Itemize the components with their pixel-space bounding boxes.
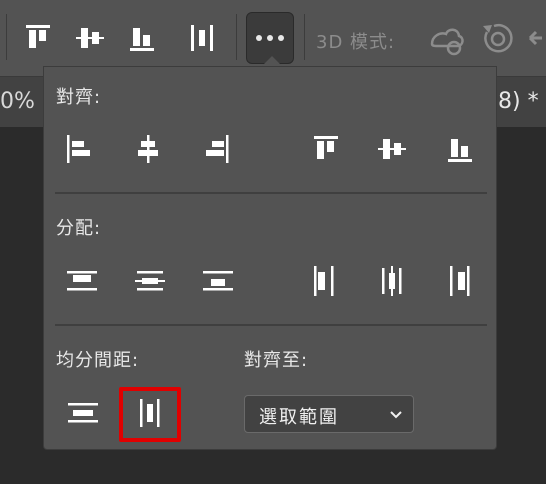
align-vertical-centers-button[interactable] (70, 14, 110, 62)
align-vertical-centers-icon (76, 28, 104, 48)
align-right-edges-button[interactable] (194, 127, 238, 171)
distribute-right-edges-button[interactable] (438, 259, 482, 303)
highlight-annotation (119, 387, 181, 442)
align-section-label: 對齊: (56, 87, 102, 108)
align-to-label: 對齊至: (244, 350, 309, 371)
roll-3d-icon[interactable] (478, 18, 518, 58)
align-horizontal-centers-icon (138, 135, 158, 163)
section-divider (55, 324, 487, 326)
toolbar-divider (236, 14, 237, 60)
distribute-bottom-edges-button[interactable] (196, 259, 240, 303)
toolbar-divider (304, 14, 305, 60)
pan-3d-icon[interactable] (528, 18, 546, 58)
distribute-vertical-spacing-button[interactable] (61, 391, 105, 435)
distribute-top-edges-button[interactable] (60, 259, 104, 303)
align-bottom-edges-button[interactable] (122, 14, 162, 62)
distribute-right-edges-icon (450, 266, 470, 296)
align-vertical-centers-icon (378, 139, 406, 159)
align-to-dropdown[interactable]: 選取範圍 (244, 395, 414, 433)
distribute-top-edges-icon (67, 271, 97, 291)
align-to-value: 選取範圍 (259, 407, 339, 428)
distribute-left-edges-icon (314, 266, 334, 296)
chevron-down-icon (390, 411, 402, 419)
distribute-vertical-centers-button[interactable] (128, 259, 172, 303)
toolbar-divider (6, 14, 7, 60)
align-horizontal-centers-button[interactable] (126, 127, 170, 171)
distribute-spacing-label: 均分間距: (56, 350, 140, 371)
panel-align-top-edges-button[interactable] (304, 127, 348, 171)
distribute-section-label: 分配: (56, 218, 102, 239)
distribute-horizontal-spacing-button[interactable] (182, 14, 222, 62)
distribute-vertical-spacing-icon (68, 403, 98, 423)
align-right-edges-icon (206, 135, 229, 163)
align-left-edges-icon (67, 135, 90, 163)
distribute-bottom-edges-icon (203, 271, 233, 291)
panel-caret (262, 56, 282, 66)
align-bottom-edges-icon (448, 139, 472, 162)
align-options-panel: 對齊: 分配: 均分間距: 對齊至: 選取範圍 (43, 66, 497, 450)
align-top-edges-icon (314, 136, 338, 159)
distribute-horizontal-centers-icon (382, 266, 402, 296)
distribute-horizontal-spacing-icon (191, 25, 213, 51)
orbit-3d-icon[interactable] (426, 18, 466, 58)
section-divider (55, 192, 487, 194)
3d-mode-label: 3D 模式: (316, 32, 396, 53)
panel-align-vertical-centers-button[interactable] (370, 127, 414, 171)
distribute-left-edges-button[interactable] (302, 259, 346, 303)
align-left-edges-button[interactable] (58, 127, 102, 171)
align-bottom-edges-icon (130, 28, 154, 51)
align-top-edges-icon (26, 25, 50, 48)
distribute-horizontal-centers-button[interactable] (370, 259, 414, 303)
align-top-edges-button[interactable] (18, 14, 58, 62)
distribute-vertical-centers-icon (135, 271, 165, 291)
more-options-icon (254, 35, 287, 41)
panel-align-bottom-edges-button[interactable] (438, 127, 482, 171)
